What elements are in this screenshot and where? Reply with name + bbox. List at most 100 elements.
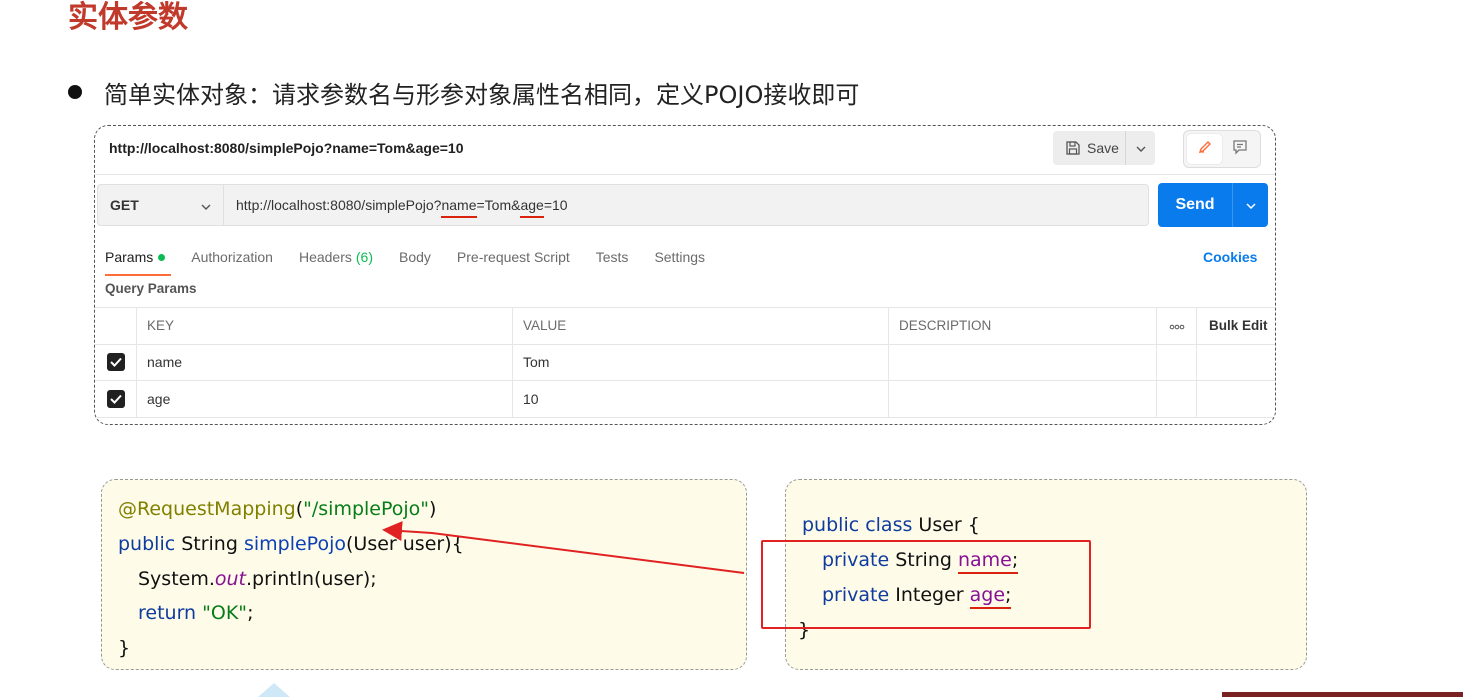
code-line-1: @RequestMapping("/simplePojo"): [118, 494, 436, 524]
tab-settings[interactable]: Settings: [654, 244, 705, 270]
query-params-table: KEY VALUE DESCRIPTION Bulk Edit name Tom: [95, 307, 1275, 418]
tab-params[interactable]: Params: [105, 244, 172, 276]
send-button-group: Send: [1158, 183, 1268, 227]
column-header-value: VALUE: [513, 308, 889, 344]
code-token: .println(user);: [246, 568, 377, 590]
tab-body[interactable]: Body: [399, 244, 431, 270]
url-part: =Tom&: [476, 197, 521, 213]
code-keyword: public class: [802, 514, 913, 536]
param-value-cell[interactable]: Tom: [513, 344, 889, 380]
column-header-description: DESCRIPTION: [889, 308, 1157, 344]
chevron-down-icon: [1136, 141, 1146, 155]
comments-button[interactable]: [1222, 134, 1257, 164]
save-button[interactable]: Save: [1053, 131, 1125, 165]
row-checkbox-cell: [95, 344, 137, 380]
comment-icon: [1232, 139, 1248, 160]
code-token: User {: [912, 514, 980, 536]
view-toggle: [1183, 130, 1261, 168]
controller-code-block: @RequestMapping("/simplePojo") public St…: [101, 479, 747, 670]
code-keyword: public: [118, 533, 176, 555]
bullet-text: 简单实体对象：请求参数名与形参对象属性名相同，定义POJO接收即可: [68, 72, 859, 112]
row-checkbox-cell: [95, 381, 137, 417]
bullet-dot: [68, 85, 82, 99]
tab-label: Tests: [595, 249, 629, 265]
url-param-age: age: [520, 197, 545, 218]
url-base: http://localhost:8080/simplePojo?: [236, 197, 442, 213]
decorative-strip: [1222, 692, 1463, 697]
tab-label: Authorization: [191, 249, 273, 265]
check-icon: [109, 354, 122, 370]
headers-count: (6): [355, 249, 373, 265]
url-input[interactable]: http://localhost:8080/simplePojo? name =To…: [223, 184, 1149, 226]
code-string: "OK": [202, 602, 248, 624]
empty-cell: [1157, 344, 1197, 380]
request-tabs: Params Authorization Headers (6) Body Pre…: [105, 244, 731, 276]
param-key-cell[interactable]: name: [137, 344, 513, 380]
code-line-4: return "OK";: [138, 598, 253, 628]
code-token: String: [175, 533, 244, 555]
code-line-3: System.out.println(user);: [138, 564, 377, 594]
code-static-field: out: [214, 568, 247, 590]
pencil-icon: [1197, 139, 1213, 160]
tab-authorization[interactable]: Authorization: [191, 244, 273, 270]
bullet-text-content: 简单实体对象：请求参数名与形参对象属性名相同，定义POJO接收即可: [104, 80, 860, 109]
row-checkbox[interactable]: [106, 353, 125, 372]
save-label: Save: [1087, 140, 1119, 156]
tab-headers[interactable]: Headers (6): [299, 244, 373, 270]
table-row: name Tom: [95, 344, 1275, 381]
highlight-box: [761, 540, 1091, 629]
code-token: ;: [247, 602, 254, 624]
code-token: (User user){: [346, 533, 464, 555]
save-dropdown-button[interactable]: [1125, 131, 1155, 165]
header-divider: [95, 174, 1275, 175]
send-dropdown-button[interactable]: [1232, 183, 1268, 227]
code-token: ): [429, 498, 437, 520]
param-description-cell[interactable]: [889, 381, 1157, 417]
url-part: =10: [543, 197, 568, 213]
edit-mode-button[interactable]: [1187, 134, 1222, 164]
method-label: GET: [110, 197, 139, 213]
send-button[interactable]: Send: [1158, 196, 1232, 214]
header-checkbox-cell: [95, 308, 137, 344]
column-header-key: KEY: [137, 308, 513, 344]
param-key-cell[interactable]: age: [137, 381, 513, 417]
more-icon: [1169, 318, 1185, 333]
cookies-link[interactable]: Cookies: [1203, 244, 1257, 270]
empty-cell: [1157, 381, 1197, 417]
more-options-button[interactable]: [1157, 308, 1197, 344]
code-token: System.: [138, 568, 215, 590]
code-method-name: simplePojo: [243, 533, 346, 555]
tab-label: Params: [105, 249, 154, 265]
tab-label: Pre-request Script: [456, 249, 570, 265]
code-line-2: public String simplePojo(User user){: [118, 529, 464, 559]
table-row: age 10: [95, 381, 1275, 418]
postman-request-panel: http://localhost:8080/simplePojo?name=To…: [94, 125, 1276, 425]
method-select[interactable]: GET: [97, 184, 223, 226]
code-annotation: @RequestMapping: [118, 498, 296, 520]
tab-tests[interactable]: Tests: [596, 244, 629, 270]
save-button-group: Save: [1053, 131, 1155, 165]
code-line-1: public class User {: [802, 510, 980, 540]
param-description-cell[interactable]: [889, 344, 1157, 380]
bulk-edit-button[interactable]: Bulk Edit: [1197, 308, 1275, 344]
check-icon: [109, 391, 122, 407]
request-tab-title: http://localhost:8080/simplePojo?name=To…: [109, 140, 464, 156]
tab-label: Body: [399, 249, 431, 265]
url-param-name: name: [441, 197, 477, 218]
query-params-title: Query Params: [105, 281, 197, 296]
tab-pre-request-script[interactable]: Pre-request Script: [457, 244, 570, 270]
tab-label: Settings: [654, 249, 706, 265]
row-checkbox[interactable]: [106, 389, 125, 408]
code-line-5: }: [118, 637, 131, 659]
slide-title: 实体参数: [68, 0, 188, 35]
save-icon: [1065, 140, 1081, 156]
code-keyword: return: [138, 602, 197, 624]
code-string: "/simplePojo": [303, 498, 430, 520]
params-active-dot: [158, 253, 166, 261]
table-header-row: KEY VALUE DESCRIPTION Bulk Edit: [95, 308, 1275, 345]
tab-label: Headers: [298, 249, 352, 265]
decorative-triangle: [258, 683, 290, 697]
chevron-down-icon: [1245, 198, 1256, 212]
chevron-down-icon: [201, 197, 211, 213]
param-value-cell[interactable]: 10: [513, 381, 889, 417]
